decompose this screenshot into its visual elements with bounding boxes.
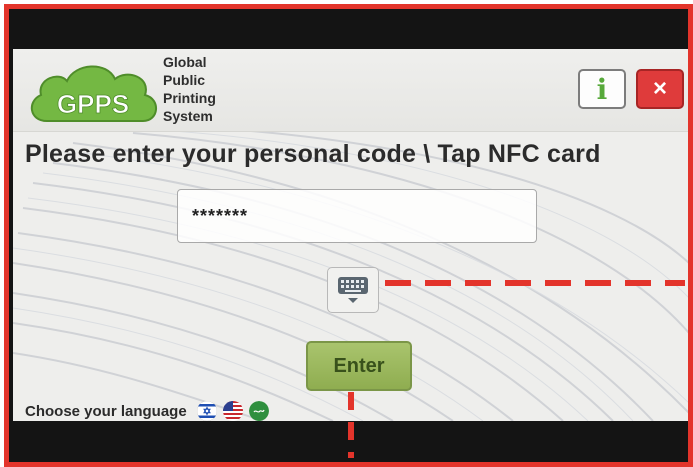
- arabic-language-icon[interactable]: [248, 401, 269, 421]
- usa-flag-icon[interactable]: [222, 401, 243, 421]
- logo-line-system: System: [163, 108, 213, 124]
- close-icon: ×: [652, 75, 667, 102]
- close-button[interactable]: ×: [636, 69, 684, 109]
- keyboard-icon: [338, 277, 368, 303]
- language-label: Choose your language: [25, 402, 187, 420]
- logo-line-public: Public: [163, 72, 206, 88]
- israel-flag-icon[interactable]: [196, 401, 217, 421]
- logo-tagline: Global Public Printing System: [163, 53, 216, 125]
- logo-text: GPPS: [57, 89, 129, 119]
- kiosk-screen: GPPS Global Public Printing System i × P…: [13, 49, 688, 421]
- app-header: GPPS Global Public Printing System i ×: [13, 49, 688, 132]
- annotation-dashed-line-vertical: [348, 392, 354, 458]
- logo-line-global: Global: [163, 54, 207, 70]
- instruction-prompt: Please enter your personal code \ Tap NF…: [25, 140, 601, 168]
- info-button[interactable]: i: [578, 69, 626, 109]
- gpps-logo: GPPS Global Public Printing System: [27, 51, 247, 131]
- personal-code-input[interactable]: [177, 189, 537, 243]
- annotation-dashed-line-horizontal: [385, 280, 685, 286]
- chevron-down-icon: [348, 298, 358, 303]
- enter-button[interactable]: Enter: [306, 341, 412, 391]
- keyboard-toggle-button[interactable]: [327, 267, 379, 313]
- cloud-logo-icon: GPPS: [31, 65, 157, 122]
- logo-line-printing: Printing: [163, 90, 216, 106]
- info-icon: i: [596, 72, 608, 106]
